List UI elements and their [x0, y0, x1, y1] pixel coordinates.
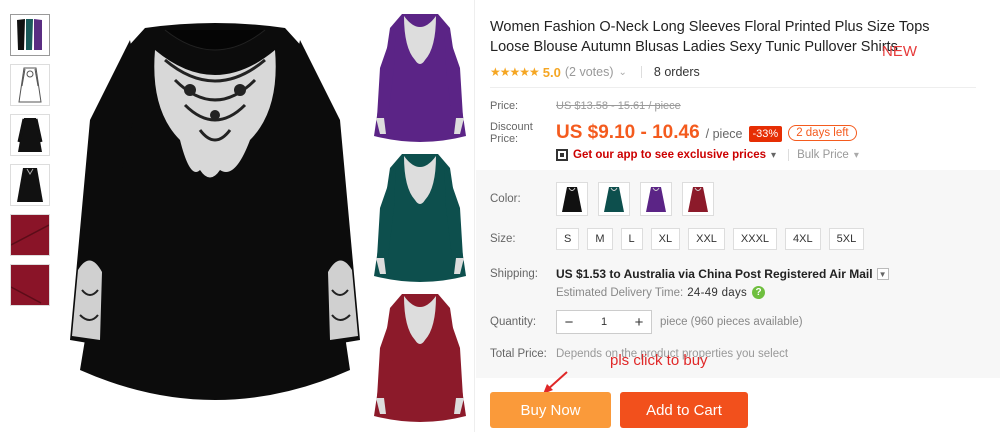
color-option-burgundy[interactable] — [682, 182, 714, 216]
purple-preview-image[interactable] — [370, 8, 470, 144]
color-option-black[interactable] — [556, 182, 588, 216]
color-option-teal[interactable] — [598, 182, 630, 216]
discount-badge: -33% — [748, 126, 783, 142]
price-label: Price: — [490, 100, 519, 112]
discount-price-label: Discount Price: — [490, 121, 533, 145]
chevron-down-icon[interactable]: ⌄ — [619, 67, 627, 78]
discount-price: US $9.10 - 10.46 — [556, 122, 700, 143]
size-option[interactable]: 4XL — [785, 228, 821, 250]
size-option[interactable]: S — [556, 228, 580, 250]
vertical-divider — [474, 0, 475, 432]
teal-preview-image[interactable] — [370, 148, 470, 284]
votes-link[interactable]: (2 votes) — [565, 65, 614, 79]
thumbnail-1[interactable] — [10, 14, 50, 56]
help-icon[interactable]: ? — [752, 286, 766, 299]
quantity-input[interactable] — [581, 311, 627, 333]
thumbnail-5[interactable] — [10, 214, 50, 256]
color-row: Color: — [490, 182, 724, 216]
size-option[interactable]: 5XL — [828, 228, 865, 250]
old-price: US $13.58 - 15.61 / piece — [556, 100, 681, 112]
quantity-available: piece (960 pieces available) — [660, 316, 803, 328]
qr-code-icon — [556, 149, 568, 161]
size-option[interactable]: L — [620, 228, 643, 250]
app-price-link[interactable]: Get our app to see exclusive prices — [573, 149, 766, 161]
bulk-price-link[interactable]: Bulk Price — [797, 149, 849, 161]
size-option[interactable]: M — [587, 228, 613, 250]
thumbnail-6[interactable] — [10, 264, 50, 306]
size-option[interactable]: XXXL — [732, 228, 778, 250]
thumbnail-2[interactable] — [10, 64, 50, 106]
quantity-label: Quantity: — [490, 316, 537, 328]
separator — [640, 66, 642, 78]
shipping-method[interactable]: US $1.53 to Australia via China Post Reg… — [556, 267, 873, 281]
color-option-purple[interactable] — [640, 182, 672, 216]
app-promo-row: Get our app to see exclusive prices ▾ Bu… — [556, 149, 980, 161]
product-page: Women Fashion O-Neck Long Sleeves Floral… — [0, 0, 1000, 432]
product-info: Women Fashion O-Neck Long Sleeves Floral… — [490, 0, 980, 161]
size-option[interactable]: XL — [650, 228, 681, 250]
size-label: Size: — [490, 233, 516, 245]
shipping-label: Shipping: — [490, 268, 538, 280]
quantity-stepper: − + — [556, 310, 652, 334]
star-icons: ★★★★★ — [490, 65, 540, 79]
separator — [788, 149, 790, 161]
delivery-label: Estimated Delivery Time: — [556, 286, 684, 299]
total-price-label: Total Price: — [490, 348, 547, 360]
days-left-badge: 2 days left — [788, 125, 857, 141]
chevron-down-icon[interactable]: ▾ — [771, 150, 776, 161]
discount-row: Discount Price: US $9.10 - 10.46 / piece… — [490, 121, 980, 145]
sku-panel: Color: Size: S M L XL XXL XXXL 4XL 5XL S… — [476, 170, 1000, 378]
chevron-down-icon[interactable]: ▼ — [876, 268, 889, 280]
shipping-row: Shipping: US $1.53 to Australia via Chin… — [490, 267, 889, 281]
thumbnail-strip — [10, 14, 52, 314]
minus-icon[interactable]: − — [557, 311, 581, 333]
thumbnail-3[interactable] — [10, 114, 50, 156]
color-preview-images — [370, 8, 470, 432]
burgundy-preview-image[interactable] — [370, 288, 470, 424]
quantity-row: Quantity: − + piece (960 pieces availabl… — [490, 310, 803, 334]
delivery-time: 24-49 days — [687, 286, 748, 299]
size-row: Size: S M L XL XXL XXXL 4XL 5XL — [490, 228, 872, 250]
orders-count: 8 orders — [653, 65, 700, 79]
main-product-image[interactable] — [60, 10, 370, 430]
price-unit: / piece — [705, 127, 743, 141]
delivery-row: Estimated Delivery Time: 24-49 days ? — [556, 286, 766, 299]
size-option[interactable]: XXL — [688, 228, 725, 250]
color-label: Color: — [490, 193, 521, 205]
divider — [490, 87, 976, 88]
chevron-down-icon[interactable]: ▾ — [854, 150, 859, 161]
price-row: Price: US $13.58 - 15.61 / piece — [490, 100, 980, 112]
plus-icon[interactable]: + — [627, 311, 651, 333]
click-annotation: pls click to buy — [610, 352, 708, 369]
add-to-cart-button[interactable]: Add to Cart — [620, 392, 748, 428]
thumbnail-4[interactable] — [10, 164, 50, 206]
rating-value: 5.0 — [542, 64, 561, 80]
rating-row: ★★★★★ 5.0 (2 votes) ⌄ 8 orders — [490, 63, 980, 81]
buy-now-button[interactable]: Buy Now — [490, 392, 611, 428]
new-annotation: NEW — [882, 43, 917, 60]
